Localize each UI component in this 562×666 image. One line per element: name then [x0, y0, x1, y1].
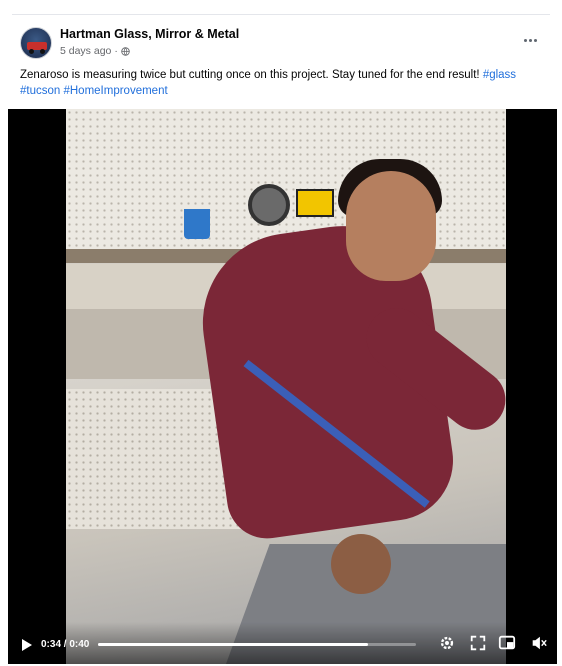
hashtag-homeimprovement[interactable]: #HomeImprovement — [63, 85, 167, 97]
page-name-link[interactable]: Hartman Glass, Mirror & Metal — [60, 27, 239, 41]
post-timestamp[interactable]: 5 days ago — [60, 45, 111, 57]
mute-icon[interactable] — [530, 634, 548, 652]
video-controls: 0:34 / 0:40 — [8, 622, 557, 664]
page-avatar[interactable] — [20, 27, 52, 59]
post-meta: 5 days ago · — [60, 45, 130, 57]
video-time: 0:34 / 0:40 — [41, 639, 90, 650]
globe-icon — [121, 46, 130, 56]
more-options-icon[interactable] — [518, 33, 542, 47]
fullscreen-icon[interactable] — [469, 634, 487, 652]
meta-separator: · — [114, 45, 118, 57]
play-icon[interactable] — [22, 639, 32, 651]
settings-icon[interactable] — [438, 634, 456, 652]
video-progress-fill — [98, 643, 369, 646]
video-player[interactable]: 0:34 / 0:40 — [8, 109, 557, 664]
post-caption: Zenaroso is measuring twice but cutting … — [20, 67, 545, 99]
video-progress-bar[interactable] — [98, 643, 416, 646]
hashtag-tucson[interactable]: #tucson — [20, 85, 60, 97]
video-frame[interactable] — [66, 109, 506, 664]
post-header: Hartman Glass, Mirror & Metal 5 days ago… — [12, 15, 550, 65]
caption-text: Zenaroso is measuring twice but cutting … — [20, 69, 483, 81]
post-card: Hartman Glass, Mirror & Metal 5 days ago… — [8, 14, 557, 666]
hashtag-glass[interactable]: #glass — [483, 69, 516, 81]
picture-in-picture-icon[interactable] — [498, 634, 516, 652]
